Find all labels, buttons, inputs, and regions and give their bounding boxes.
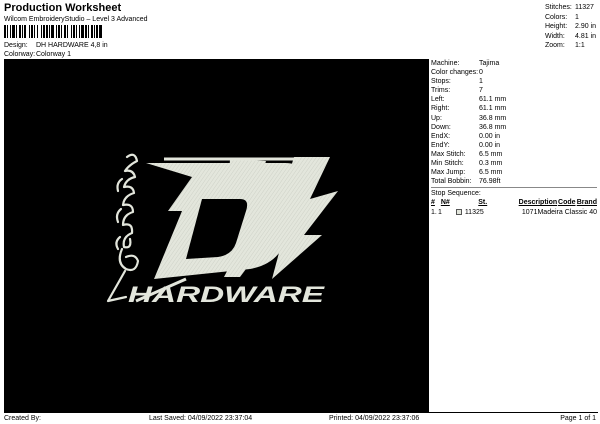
signature-mark [106, 153, 140, 303]
printed-date: Printed: 04/09/2022 23:37:06 [329, 415, 420, 422]
width-label: Width: [545, 32, 565, 40]
thread-color-swatch [456, 208, 463, 215]
info-label: EndY: [431, 141, 450, 149]
stitches-value: 11327 [575, 4, 594, 11]
info-value: 0 [479, 69, 483, 77]
dh-hardware-logo: HARDWARE [106, 153, 338, 307]
col-code-header: Code [558, 199, 576, 207]
row-index: 1. [431, 208, 437, 216]
info-label: Stops: [431, 78, 451, 86]
info-row: EndY: 0.00 in [431, 141, 597, 150]
info-row: Total Bobbin: 76.98ft [431, 177, 597, 186]
info-value: 0.3 mm [479, 160, 503, 168]
stop-sequence-header: # N# St. Description Code Brand [431, 198, 597, 207]
info-label: Down: [431, 123, 451, 131]
info-value: 6.5 mm [479, 169, 503, 177]
hardware-wordmark: HARDWARE [128, 282, 326, 307]
info-row: Down: 36.8 mm [431, 123, 597, 132]
width-value: 4.81 in [575, 32, 597, 40]
col-brand-header: Brand [576, 199, 597, 207]
info-value: 61.1 mm [479, 105, 507, 113]
info-row: Machine: Tajima [431, 59, 597, 68]
colors-label: Colors: [545, 13, 568, 21]
info-value: 61.1 mm [479, 96, 507, 104]
software-subtitle: Wilcom EmbroideryStudio – Level 3 Advanc… [4, 16, 148, 23]
stitches-label: Stitches: [545, 4, 572, 11]
info-label: Color changes: [431, 69, 479, 77]
barcode [4, 25, 144, 38]
info-row: Right: 61.1 mm [431, 104, 597, 113]
design-label: Design: [4, 42, 28, 49]
info-value: 76.98ft [479, 178, 501, 186]
info-value: 0.00 in [479, 141, 501, 149]
info-row: Left: 61.1 mm [431, 95, 597, 104]
col-stitches-header: St. [478, 199, 488, 207]
zoom-value: 1:1 [575, 42, 585, 49]
info-label: Total Bobbin: [431, 178, 472, 186]
col-index-header: # [431, 199, 435, 207]
col-needle-header: N# [440, 199, 450, 207]
info-row: Stops: 1 [431, 77, 597, 86]
info-row: Max Jump: 6.5 mm [431, 168, 597, 177]
height-label: Height: [545, 23, 568, 30]
info-value: 6.5 mm [479, 150, 503, 158]
row-brand: Madeira Classic 40 [537, 208, 597, 216]
info-row: Trims: 7 [431, 86, 597, 95]
colorway-label: Colorway: [4, 51, 36, 58]
colors-value: 1 [575, 13, 579, 21]
info-value: 0.00 in [479, 132, 501, 140]
info-label: Max Stitch: [431, 150, 466, 158]
page-number: Page 1 of 1 [560, 415, 596, 422]
info-value: Tajima [479, 60, 500, 67]
row-stitches: 11325 [464, 208, 484, 216]
info-label: Up: [431, 114, 442, 122]
design-preview: HARDWARE [4, 59, 429, 412]
design-info-panel: Machine: Tajima Color changes: 0 Stops: 1 Trim… [431, 59, 597, 217]
info-row: Min Stitch: 0.3 mm [431, 159, 597, 168]
info-label: Trims: [431, 87, 451, 95]
design-meta: Design: DH HARDWARE 4,8 in Colorway: Color… [4, 41, 108, 59]
info-label: Right: [431, 105, 450, 113]
colorway-value: Colorway 1 [36, 51, 72, 58]
info-label: Machine: [431, 60, 460, 67]
design-value: DH HARDWARE 4,8 in [36, 42, 108, 49]
info-value: 36.8 mm [479, 114, 507, 122]
info-value: 1 [479, 78, 483, 86]
info-value: 36.8 mm [479, 123, 507, 131]
height-value: 2.90 in [575, 23, 597, 30]
stop-sequence-row: 1. 1 11325 1071 Madeira Classic 40 [431, 208, 597, 217]
info-label: EndX: [431, 132, 451, 140]
col-description-header: Description [518, 199, 558, 207]
zoom-label: Zoom: [545, 42, 565, 49]
last-saved: Last Saved: 04/09/2022 23:37:04 [149, 415, 253, 422]
info-row: Up: 36.8 mm [431, 114, 597, 123]
info-row: Max Stitch: 6.5 mm [431, 150, 597, 159]
info-row: EndX: 0.00 in [431, 132, 597, 141]
stop-sequence-title: Stop Sequence: [431, 190, 481, 198]
info-label: Left: [431, 96, 445, 104]
info-row: Color changes: 0 [431, 68, 597, 77]
info-value: 7 [479, 87, 483, 95]
info-label: Max Jump: [431, 169, 466, 177]
design-summary: Stitches: 11327 Colors: 1 Height: 2.90 in W… [545, 3, 596, 51]
created-by: Created By: [4, 415, 41, 422]
page-title: Production Worksheet [4, 2, 122, 14]
row-needle: 1 [438, 208, 442, 216]
footer: Created By: Last Saved: 04/09/2022 23:37… [4, 412, 598, 422]
row-code: 1071 [521, 208, 538, 216]
divider [431, 187, 597, 189]
row-description [494, 208, 522, 217]
info-label: Min Stitch: [431, 160, 464, 168]
